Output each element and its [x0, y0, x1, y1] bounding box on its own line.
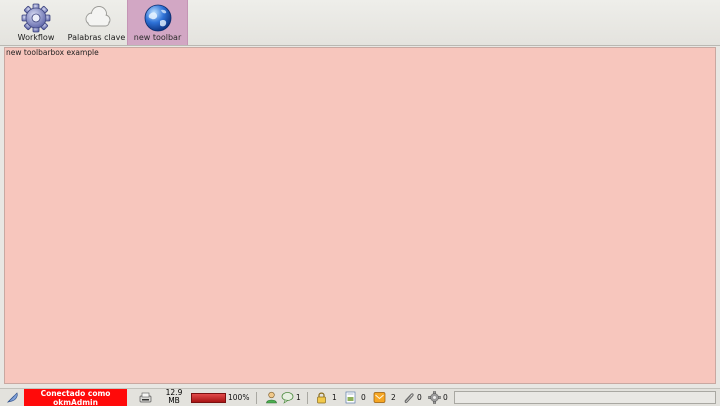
- connection-status: Conectado como okmAdmin: [24, 389, 127, 406]
- chat-icon[interactable]: [281, 391, 294, 404]
- tool-new-toolbar-label: new toolbar: [133, 33, 182, 42]
- status-bar: Conectado como okmAdmin 12.9 MB 100% 1 1: [0, 388, 720, 406]
- paperclip-icon[interactable]: [402, 391, 415, 404]
- chat-count: 1: [296, 393, 301, 402]
- tool-new-toolbar-button[interactable]: new toolbar: [127, 0, 188, 45]
- workflow-count: 0: [443, 393, 448, 402]
- gear-icon: [21, 3, 51, 33]
- toolbar: Workflow Palabras clave new toolbar: [0, 0, 720, 46]
- mail-icon[interactable]: [373, 391, 386, 404]
- scanner-icon[interactable]: [139, 391, 152, 404]
- gear-icon[interactable]: [428, 391, 441, 404]
- subscribed-count: 0: [417, 393, 422, 402]
- tool-workflow-label: Workflow: [17, 33, 55, 42]
- document-icon[interactable]: [344, 391, 357, 404]
- memory-progress-bar: [191, 393, 226, 403]
- status-message-field: [454, 391, 716, 404]
- memory-usage: 12.9 MB: [165, 388, 183, 405]
- tool-keywords-label: Palabras clave: [67, 33, 126, 42]
- status-divider: [256, 392, 257, 404]
- lock-icon[interactable]: [315, 391, 328, 404]
- feather-icon[interactable]: [6, 391, 19, 404]
- cloud-icon: [85, 6, 110, 27]
- locked-count: 1: [332, 393, 337, 402]
- tool-workflow-button[interactable]: Workflow: [6, 0, 66, 45]
- mail-count: 2: [391, 393, 396, 402]
- progress-label: 100%: [228, 393, 250, 402]
- globe-icon: [144, 4, 171, 32]
- app-window: Workflow Palabras clave new toolbar new …: [0, 0, 720, 406]
- checkout-count: 0: [361, 393, 366, 402]
- tool-keywords-button[interactable]: Palabras clave: [66, 0, 127, 45]
- content-text: new toolbarbox example: [6, 48, 99, 57]
- main-content-panel: new toolbarbox example: [4, 47, 716, 384]
- user-icon[interactable]: [265, 391, 278, 404]
- status-divider: [307, 392, 308, 404]
- memory-progress-fill: [192, 394, 225, 402]
